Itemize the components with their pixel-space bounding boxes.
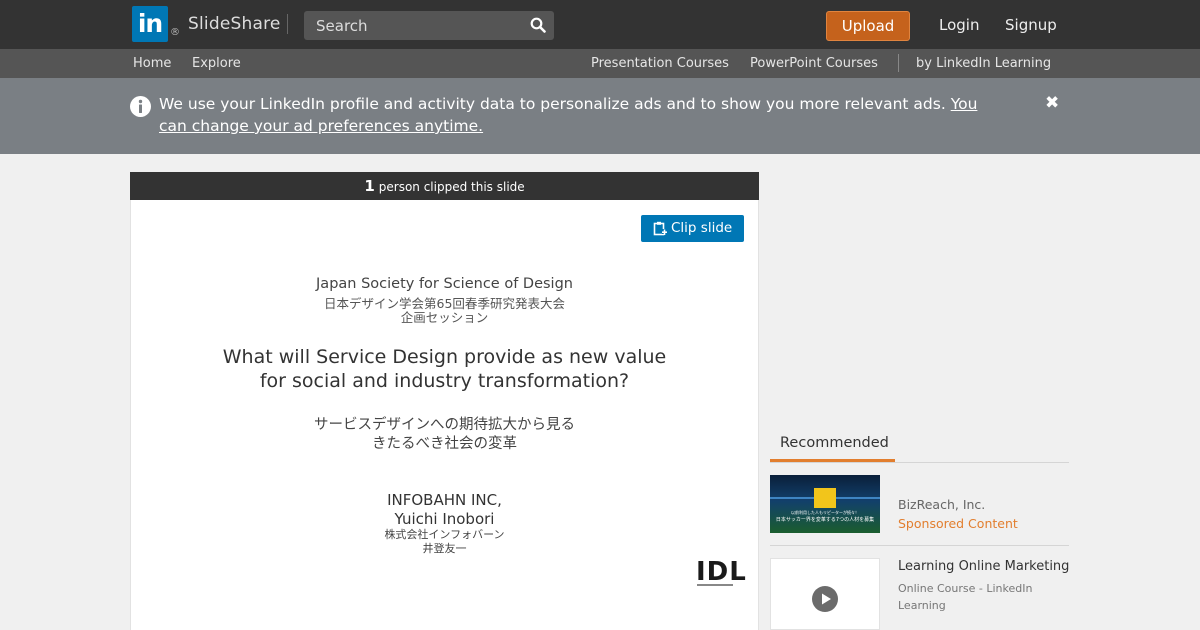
thumbnail-emblem <box>814 488 836 508</box>
slide-session-jp: 企画セッション <box>400 310 489 325</box>
sub-navbar: Home Explore Presentation Courses PowerP… <box>0 49 1200 78</box>
idl-logo-underline <box>697 584 733 586</box>
clip-count: 1 <box>364 177 375 195</box>
list-item-divider <box>770 545 1069 546</box>
home-link[interactable]: Home <box>133 56 171 71</box>
slide-company: INFOBAHN INC, <box>387 491 502 509</box>
slide-title-line-1: What will Service Design provide as new … <box>222 346 667 368</box>
linkedin-logo[interactable]: in <box>132 6 168 42</box>
info-icon <box>130 96 151 117</box>
ad-notice-text: We use your LinkedIn profile and activit… <box>159 93 999 137</box>
login-link[interactable]: Login <box>939 16 979 34</box>
slide-society: Japan Society for Science of Design <box>316 276 573 292</box>
clipboard-icon <box>653 221 667 236</box>
close-icon[interactable]: ✖ <box>1045 93 1059 113</box>
powerpoint-courses-link[interactable]: PowerPoint Courses <box>750 56 878 71</box>
sponsored-company[interactable]: BizReach, Inc. <box>898 497 985 512</box>
slide-subtitle-line-1: サービスデザインへの期待拡大から見る <box>314 417 575 433</box>
course-subtitle-line-2: Learning <box>898 599 946 612</box>
search-icon[interactable] <box>530 17 546 33</box>
subnav-divider <box>898 54 899 72</box>
clip-count-text: person clipped this slide <box>378 180 525 194</box>
sponsored-thumbnail[interactable]: 以前利用した人もリピーターが続々！ 日本サッカー界を変革する7つの人材を募集 <box>770 475 880 533</box>
clip-count-bar: 1 person clipped this slide <box>130 172 759 200</box>
play-icon[interactable] <box>812 586 838 612</box>
clip-slide-label: Clip slide <box>671 220 733 236</box>
header-divider <box>287 14 288 34</box>
thumbnail-caption-2: 日本サッカー界を変革する7つの人材を募集 <box>775 517 875 523</box>
signup-link[interactable]: Signup <box>1005 16 1057 34</box>
explore-link[interactable]: Explore <box>192 56 241 71</box>
upload-button[interactable]: Upload <box>826 11 910 41</box>
registered-mark: ® <box>170 27 180 38</box>
ad-notice-message: We use your LinkedIn profile and activit… <box>159 95 951 113</box>
linkedin-learning-link[interactable]: by LinkedIn Learning <box>916 56 1051 71</box>
idl-logo: IDL <box>696 557 747 587</box>
presentation-courses-link[interactable]: Presentation Courses <box>591 56 729 71</box>
search-input[interactable] <box>304 11 554 40</box>
sponsored-label: Sponsored Content <box>898 516 1018 531</box>
course-title[interactable]: Learning Online Marketing <box>898 559 1069 574</box>
brand-name[interactable]: SlideShare <box>188 14 281 34</box>
slide-author-jp: 井登友一 <box>422 542 467 555</box>
tab-divider <box>770 462 1069 463</box>
clip-slide-button[interactable]: Clip slide <box>641 215 744 242</box>
slide-viewer: Clip slide Japan Society for Science of … <box>130 200 759 630</box>
slide-subtitle-line-2: きたるべき社会の変革 <box>372 436 517 452</box>
tab-recommended[interactable]: Recommended <box>780 435 889 451</box>
course-subtitle-line-1: Online Course - LinkedIn <box>898 582 1033 595</box>
slide-title-line-2: for social and industry transformation? <box>259 370 630 392</box>
